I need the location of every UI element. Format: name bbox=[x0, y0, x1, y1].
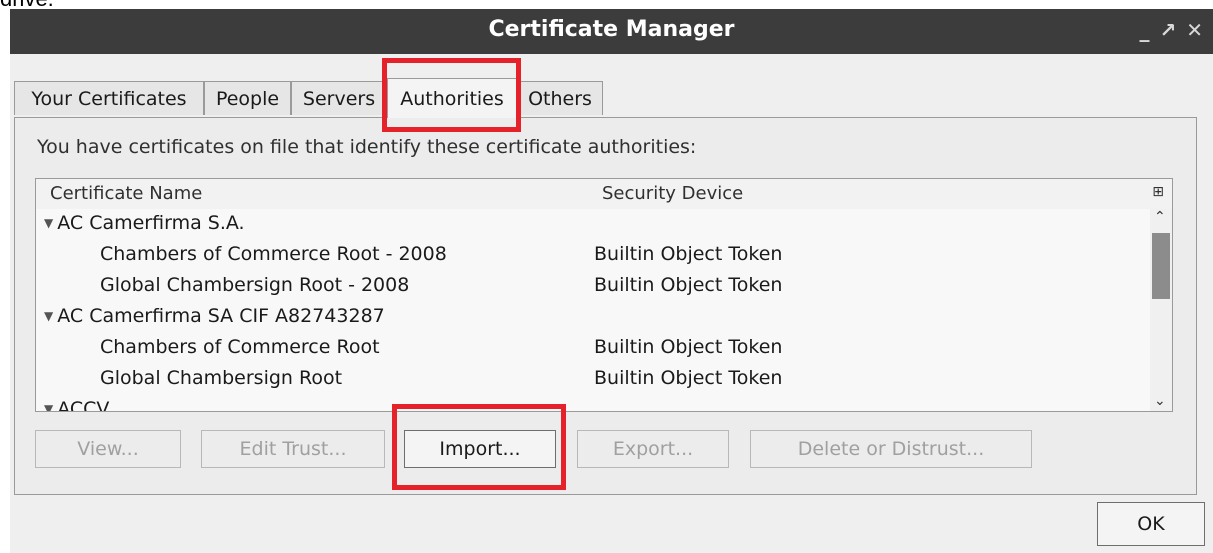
import-button[interactable]: Import... bbox=[404, 430, 556, 468]
tree-row[interactable]: Chambers of Commerce Root - 2008 Builtin… bbox=[36, 240, 1150, 271]
row-name: AC Camerfirma S.A. bbox=[57, 212, 245, 234]
certificate-manager-window: Certificate Manager _ ↗ ✕ Your Certifica… bbox=[10, 9, 1213, 553]
window-title: Certificate Manager bbox=[488, 17, 735, 42]
titlebar: Certificate Manager _ ↗ ✕ bbox=[10, 9, 1213, 54]
tab-authorities[interactable]: Authorities bbox=[387, 78, 517, 118]
column-picker-icon[interactable]: ⊞ bbox=[1152, 184, 1164, 200]
tree-row[interactable]: Global Chambersign Root Builtin Object T… bbox=[36, 364, 1150, 395]
row-name: AC Camerfirma SA CIF A82743287 bbox=[57, 305, 385, 327]
expand-twisty-icon[interactable]: ▼ bbox=[44, 402, 53, 411]
minimize-icon[interactable]: _ bbox=[1139, 19, 1149, 41]
tab-your-certificates[interactable]: Your Certificates bbox=[14, 81, 204, 115]
row-device: Builtin Object Token bbox=[594, 274, 783, 296]
column-security-device[interactable]: Security Device bbox=[602, 183, 743, 204]
row-name: Chambers of Commerce Root - 2008 bbox=[100, 243, 447, 265]
row-name: ACCV bbox=[57, 398, 110, 412]
export-button[interactable]: Export... bbox=[577, 430, 729, 468]
row-name: Chambers of Commerce Root bbox=[100, 336, 380, 358]
close-icon[interactable]: ✕ bbox=[1186, 19, 1203, 41]
column-certificate-name[interactable]: Certificate Name bbox=[50, 183, 202, 204]
tree-row[interactable]: Global Chambersign Root - 2008 Builtin O… bbox=[36, 271, 1150, 302]
tree-row[interactable]: ▼ AC Camerfirma S.A. bbox=[36, 209, 1150, 240]
view-button[interactable]: View... bbox=[35, 430, 181, 468]
delete-or-distrust-button[interactable]: Delete or Distrust... bbox=[750, 430, 1032, 468]
tree-row[interactable]: ▼ ACCV bbox=[36, 395, 1150, 412]
row-device: Builtin Object Token bbox=[594, 367, 783, 389]
expand-twisty-icon[interactable]: ▼ bbox=[44, 216, 53, 230]
edit-trust-button[interactable]: Edit Trust... bbox=[201, 430, 385, 468]
tree-header: Certificate Name Security Device ⊞ bbox=[36, 179, 1172, 209]
ok-button[interactable]: OK bbox=[1097, 502, 1205, 546]
certificate-tree[interactable]: Certificate Name Security Device ⊞ ▼ AC C… bbox=[35, 178, 1173, 412]
scroll-thumb[interactable] bbox=[1152, 233, 1170, 299]
row-device: Builtin Object Token bbox=[594, 336, 783, 358]
row-name: Global Chambersign Root - 2008 bbox=[100, 274, 410, 296]
row-device: Builtin Object Token bbox=[594, 243, 783, 265]
maximize-icon[interactable]: ↗ bbox=[1159, 19, 1176, 41]
row-name: Global Chambersign Root bbox=[100, 367, 343, 389]
expand-twisty-icon[interactable]: ▼ bbox=[44, 309, 53, 323]
scroll-down-icon[interactable]: ⌄ bbox=[1154, 393, 1166, 409]
panel-prompt: You have certificates on file that ident… bbox=[37, 136, 697, 158]
authorities-panel: You have certificates on file that ident… bbox=[14, 117, 1197, 495]
tab-servers[interactable]: Servers bbox=[291, 81, 387, 115]
scroll-up-icon[interactable]: ⌃ bbox=[1154, 209, 1166, 225]
tree-row[interactable]: Chambers of Commerce Root Builtin Object… bbox=[36, 333, 1150, 364]
tree-scrollbar[interactable]: ⌃ ⌄ bbox=[1150, 209, 1172, 411]
tab-people[interactable]: People bbox=[204, 81, 291, 115]
tree-row[interactable]: ▼ AC Camerfirma SA CIF A82743287 bbox=[36, 302, 1150, 333]
tab-others[interactable]: Others bbox=[517, 81, 603, 115]
